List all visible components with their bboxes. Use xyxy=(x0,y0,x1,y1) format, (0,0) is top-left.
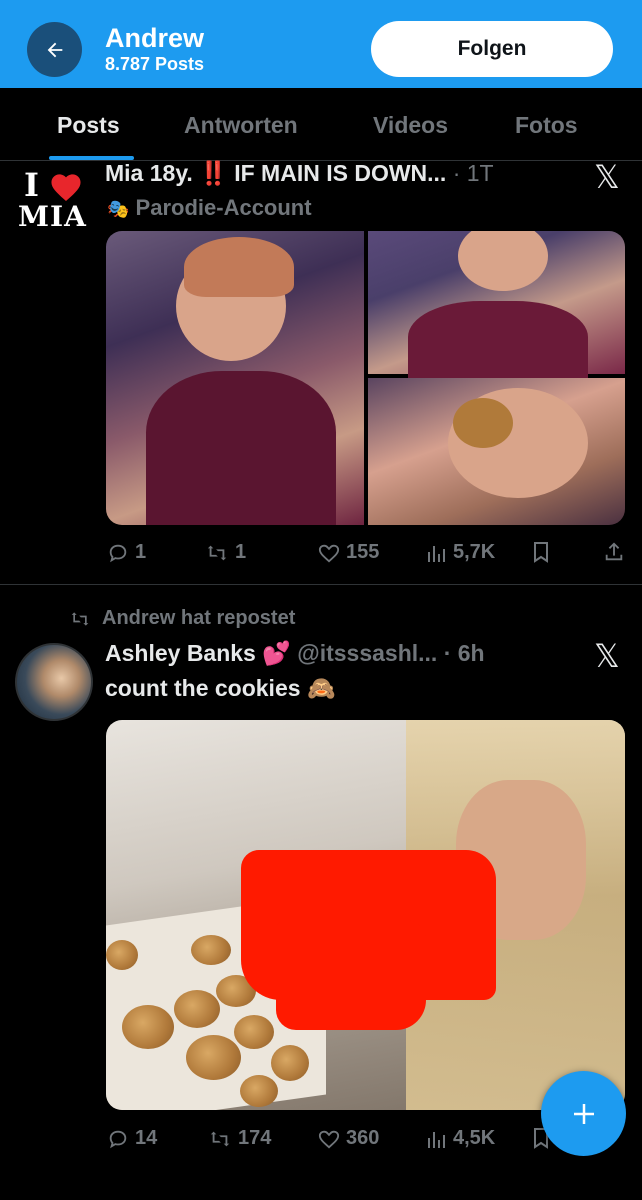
repost-icon xyxy=(207,545,227,560)
post1-photo-2[interactable] xyxy=(368,231,625,391)
bookmark-button[interactable] xyxy=(532,541,550,563)
like-icon xyxy=(318,544,340,563)
bottom-nav-edge xyxy=(0,1188,642,1200)
post2-display-name: Ashley Banks xyxy=(105,640,256,666)
repost-button[interactable]: 1 xyxy=(205,541,246,564)
back-arrow-icon xyxy=(47,42,62,57)
post2-avatar[interactable] xyxy=(15,643,93,721)
divider xyxy=(0,584,642,585)
parody-label: 🎭 Parodie-Account xyxy=(107,195,312,220)
share-button[interactable] xyxy=(603,541,625,563)
profile-tabs: Posts Antworten Videos Fotos xyxy=(0,88,642,160)
post1-photo-1[interactable] xyxy=(106,231,364,525)
bookmark-icon xyxy=(534,542,548,563)
tab-videos[interactable]: Videos xyxy=(373,112,448,139)
tab-photos[interactable]: Fotos xyxy=(515,112,578,139)
post1-media-grid[interactable] xyxy=(106,231,625,525)
compose-post-button[interactable] xyxy=(541,1071,626,1156)
views-button[interactable]: 5,7K xyxy=(427,541,495,564)
see-no-evil-monkey-icon: 🙈 xyxy=(306,675,336,701)
follow-button[interactable]: Folgen xyxy=(371,21,613,77)
repost-icon xyxy=(71,611,89,626)
post1-photo-3[interactable] xyxy=(368,378,625,525)
like-icon xyxy=(318,1130,340,1149)
views-icon xyxy=(428,1131,445,1148)
share-icon xyxy=(605,542,623,561)
censor-overlay xyxy=(276,920,426,1030)
plus-icon xyxy=(573,1103,594,1124)
post-count: 8.787 Posts xyxy=(105,54,205,74)
reply-icon xyxy=(109,1130,127,1148)
pink-hearts-icon: 💕 xyxy=(262,640,291,666)
like-button[interactable]: 360 xyxy=(318,1127,379,1150)
post1-actions: 1 1 155 5,7K xyxy=(0,541,642,571)
post2-handle-time: @itsssashl... · 6h xyxy=(297,640,485,666)
reply-button[interactable]: 14 xyxy=(107,1127,157,1150)
post2-text: count the cookies 🙈 xyxy=(105,675,336,701)
views-icon xyxy=(428,545,445,562)
tab-replies[interactable]: Antworten xyxy=(184,112,298,139)
reply-icon xyxy=(109,544,127,562)
tab-posts[interactable]: Posts xyxy=(57,112,120,139)
profile-name: Andrew xyxy=(105,23,205,53)
back-button[interactable] xyxy=(27,22,82,77)
x-logo-icon: 𝕏 xyxy=(594,158,620,196)
profile-header: Andrew 8.787 Posts Folgen xyxy=(0,0,642,88)
post1-author-line[interactable]: Mia 18y. ‼️ IF MAIN IS DOWN... · 1T xyxy=(105,160,494,187)
repost-icon xyxy=(210,1131,230,1146)
like-button[interactable]: 155 xyxy=(318,541,379,564)
views-button[interactable]: 4,5K xyxy=(427,1127,495,1150)
post2-author-line[interactable]: Ashley Banks 💕 @itsssashl... · 6h xyxy=(105,640,485,667)
post1-display-name: Mia 18y. xyxy=(105,160,193,186)
post1-time: · 1T xyxy=(452,160,494,186)
reply-button[interactable]: 1 xyxy=(107,541,146,564)
post1-avatar[interactable]: I MIA xyxy=(18,166,88,236)
x-logo-icon: 𝕏 xyxy=(594,637,620,675)
repost-indicator[interactable]: Andrew hat repostet xyxy=(68,607,295,630)
heart-icon xyxy=(51,174,81,202)
repost-button[interactable]: 174 xyxy=(208,1127,271,1150)
mask-icon: 🎭 xyxy=(107,199,130,219)
post2-photo[interactable] xyxy=(106,720,625,1110)
post1-headline: IF MAIN IS DOWN... xyxy=(234,160,447,186)
double-exclamation-icon: ‼️ xyxy=(199,160,228,186)
